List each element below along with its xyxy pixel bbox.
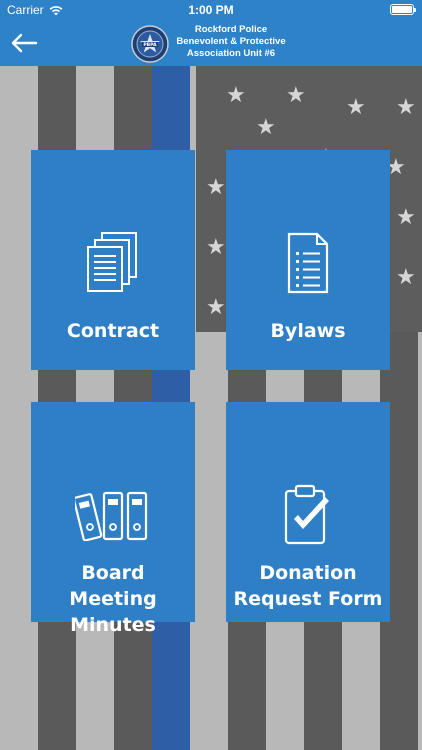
- navigation-bar: PBPA Rockford Police Benevolent & Protec…: [0, 20, 422, 66]
- star-icon: ★: [206, 234, 226, 259]
- tile-label: Bylaws: [230, 318, 386, 344]
- title-line: Rockford Police: [194, 24, 268, 35]
- back-button[interactable]: [8, 29, 40, 57]
- tile-label-line: Bylaws: [270, 320, 346, 342]
- tile-label: Contract: [35, 318, 191, 344]
- star-icon: ★: [396, 204, 416, 229]
- tile-label: Donation Request Form: [230, 560, 386, 612]
- clipboard-check-icon: [284, 484, 329, 545]
- star-icon: ★: [226, 82, 246, 107]
- tile-label-line: Donation: [259, 562, 357, 584]
- document-list-icon: [287, 232, 329, 294]
- donation-request-form-tile[interactable]: Donation Request Form: [226, 402, 390, 622]
- battery-icon: [390, 4, 416, 15]
- binders-icon: [75, 491, 148, 541]
- arrow-left-icon: [11, 33, 38, 53]
- status-bar: Carrier 1:00 PM: [0, 0, 422, 20]
- status-time: 1:00 PM: [188, 3, 234, 17]
- tile-label-line: Request Form: [233, 588, 383, 610]
- tile-label-line: Contract: [66, 320, 160, 342]
- bylaws-tile[interactable]: Bylaws: [226, 150, 390, 370]
- tile-label-line: Board Meeting: [69, 562, 157, 610]
- star-icon: ★: [256, 114, 276, 139]
- star-icon: ★: [206, 294, 226, 319]
- star-icon: ★: [206, 174, 226, 199]
- tile-label-line: Minutes: [70, 614, 156, 636]
- documents-stack-icon: [87, 232, 137, 292]
- star-icon: ★: [286, 82, 306, 107]
- tile-label: Board Meeting Minutes: [35, 560, 191, 638]
- svg-text:PBPA: PBPA: [143, 42, 157, 48]
- title-line: Association Unit #6: [186, 48, 276, 59]
- board-meeting-minutes-tile[interactable]: Board Meeting Minutes: [31, 402, 195, 636]
- title-line: Benevolent & Protective: [176, 36, 286, 47]
- contract-tile[interactable]: Contract: [31, 150, 195, 370]
- star-icon: ★: [396, 264, 416, 289]
- pbpa-badge-logo: PBPA: [131, 25, 169, 63]
- star-icon: ★: [346, 94, 366, 119]
- page-title: Rockford Police Benevolent & Protective …: [168, 24, 294, 60]
- star-icon: ★: [396, 94, 416, 119]
